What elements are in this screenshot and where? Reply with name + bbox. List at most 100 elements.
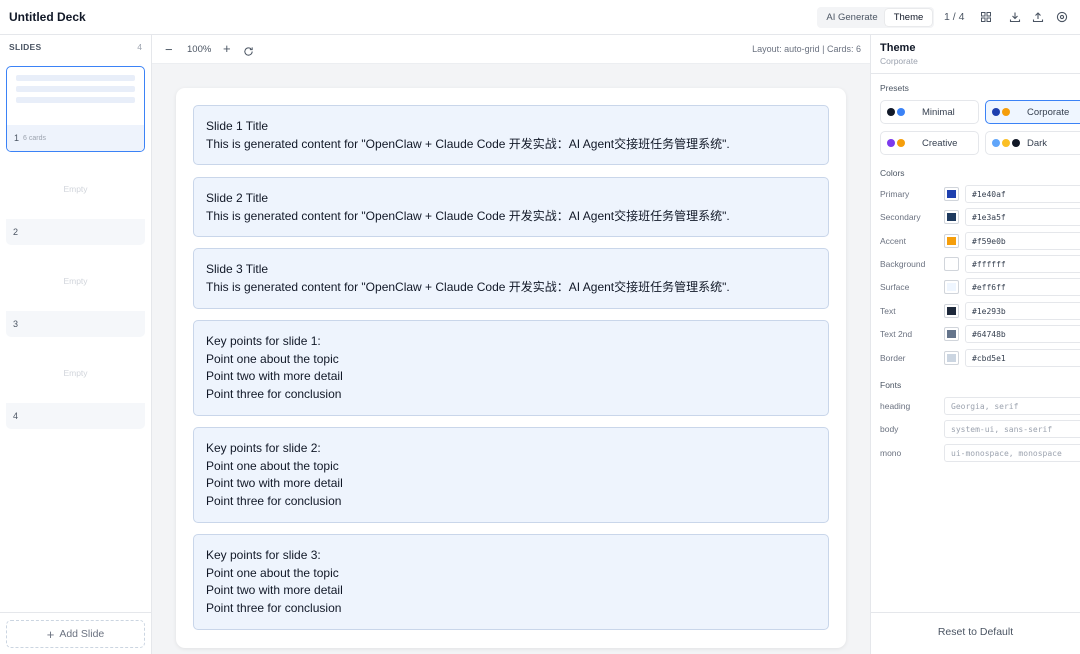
content-card[interactable]: Key points for slide 3: Point one about … — [193, 534, 829, 630]
color-swatch[interactable] — [944, 351, 959, 365]
content-card[interactable]: Slide 2 Title This is generated content … — [193, 177, 829, 237]
card-line: Slide 2 Title — [206, 191, 269, 205]
preset-creative[interactable]: Creative — [880, 131, 979, 155]
slides-heading: SLIDES — [9, 42, 42, 52]
card-line: Slide 3 Title — [206, 262, 269, 276]
download-icon[interactable] — [1009, 11, 1021, 23]
color-swatch[interactable] — [944, 304, 959, 318]
canvas-toolbar: − 100% + Layout: auto-grid | Cards: 6 — [152, 35, 870, 64]
slides-count: 4 — [137, 42, 142, 52]
preset-dark[interactable]: Dark — [985, 131, 1080, 155]
settings-icon[interactable] — [1056, 11, 1068, 23]
color-hex-input[interactable]: #64748b — [965, 325, 1080, 343]
slide-thumbnail-2[interactable]: Empty 2 — [6, 159, 145, 245]
font-row-heading: heading Georgia, serif — [871, 396, 1080, 416]
ai-generate-button[interactable]: AI Generate — [819, 9, 885, 26]
color-row-primary: Primary #1e40af — [871, 184, 1080, 204]
color-row-surface: Surface #eff6ff — [871, 277, 1080, 297]
card-line: This is generated content for "OpenClaw … — [206, 279, 730, 294]
font-input[interactable]: Georgia, serif — [944, 397, 1080, 415]
color-hex-input[interactable]: #f59e0b — [965, 232, 1080, 250]
presets-heading: Presets — [880, 83, 909, 93]
preset-label: Creative — [922, 137, 958, 149]
color-label: Primary — [880, 189, 910, 199]
color-swatch[interactable] — [944, 327, 959, 341]
empty-label: Empty — [63, 184, 88, 194]
current-theme-name: Corporate — [880, 56, 918, 66]
font-label: body — [880, 424, 899, 434]
slide-number: 4 — [13, 411, 19, 421]
mode-switch: AI Generate Theme — [817, 7, 934, 28]
content-card[interactable]: Key points for slide 1: Point one about … — [193, 320, 829, 416]
preset-label: Dark — [1027, 137, 1048, 149]
plus-icon: + — [46, 626, 55, 642]
grid-view-icon[interactable] — [980, 11, 992, 23]
content-card[interactable]: Key points for slide 2: Point one about … — [193, 427, 829, 523]
slide-thumbnail-1[interactable]: 1 6 cards — [6, 66, 145, 152]
color-hex-input[interactable]: #cbd5e1 — [965, 349, 1080, 367]
color-row-text: Text #1e293b — [871, 301, 1080, 321]
app-window: Untitled Deck AI Generate Theme 1 / 4 SL… — [0, 0, 1080, 654]
slide-preview — [7, 67, 144, 127]
content-card[interactable]: Slide 1 Title This is generated content … — [193, 105, 829, 165]
preset-minimal[interactable]: Minimal — [880, 100, 979, 124]
color-row-background: Background #ffffff — [871, 254, 1080, 274]
colors-heading: Colors — [880, 168, 905, 178]
upload-icon[interactable] — [1032, 11, 1044, 23]
slide-number: 2 — [13, 227, 19, 237]
font-row-mono: mono ui-monospace, monospace — [871, 443, 1080, 463]
card-line: Point three for conclusion — [206, 600, 342, 615]
color-label: Surface — [880, 282, 910, 292]
theme-panel: Theme Corporate Presets Minimal Corporat… — [870, 35, 1080, 654]
font-row-body: body system-ui, sans-serif — [871, 419, 1080, 439]
reset-to-default-button[interactable]: Reset to Default — [871, 626, 1080, 638]
font-input[interactable]: system-ui, sans-serif — [944, 420, 1080, 438]
preset-label: Minimal — [922, 106, 955, 118]
color-swatch[interactable] — [944, 280, 959, 294]
color-row-secondary: Secondary #1e3a5f — [871, 207, 1080, 227]
empty-label: Empty — [63, 368, 88, 378]
color-swatch[interactable] — [944, 257, 959, 271]
color-hex-input[interactable]: #1e3a5f — [965, 208, 1080, 226]
card-line: Point three for conclusion — [206, 493, 342, 508]
zoom-in-icon[interactable]: + — [223, 41, 231, 56]
font-label: heading — [880, 401, 911, 411]
theme-button[interactable]: Theme — [885, 9, 932, 26]
color-hex-input[interactable]: #1e40af — [965, 185, 1080, 203]
layout-info: Layout: auto-grid | Cards: 6 — [752, 44, 861, 54]
theme-panel-title: Theme — [880, 42, 916, 54]
canvas-area: − 100% + Layout: auto-grid | Cards: 6 Sl… — [152, 35, 870, 654]
content-card[interactable]: Slide 3 Title This is generated content … — [193, 248, 829, 309]
color-label: Text 2nd — [880, 329, 913, 339]
deck-title[interactable]: Untitled Deck — [9, 10, 86, 24]
card-line: Point one about the topic — [206, 458, 339, 473]
color-swatch[interactable] — [944, 187, 959, 201]
color-row-border: Border #cbd5e1 — [871, 348, 1080, 368]
font-input[interactable]: ui-monospace, monospace — [944, 444, 1080, 462]
card-line: This is generated content for "OpenClaw … — [206, 208, 730, 223]
color-hex-input[interactable]: #1e293b — [965, 302, 1080, 320]
slide-number: 1 — [14, 133, 20, 143]
fonts-heading: Fonts — [880, 380, 902, 390]
color-swatch[interactable] — [944, 234, 959, 248]
color-label: Text — [880, 306, 896, 316]
page-indicator: 1 / 4 — [944, 11, 965, 23]
slides-panel: SLIDES 4 1 6 cards Empty 2 Empty 3 Empty… — [0, 35, 152, 654]
color-hex-input[interactable]: #ffffff — [965, 255, 1080, 273]
empty-label: Empty — [63, 276, 88, 286]
card-line: This is generated content for "OpenClaw … — [206, 136, 730, 151]
preset-label: Corporate — [1027, 106, 1070, 118]
card-line: Point one about the topic — [206, 565, 339, 580]
card-line: Slide 1 Title — [206, 119, 269, 133]
add-slide-button[interactable]: + Add Slide — [6, 620, 145, 648]
card-line: Point two with more detail — [206, 369, 343, 383]
color-label: Secondary — [880, 212, 921, 222]
zoom-out-icon[interactable]: − — [165, 42, 173, 57]
color-swatch[interactable] — [944, 210, 959, 224]
slide-thumbnail-3[interactable]: Empty 3 — [6, 251, 145, 337]
preset-corporate[interactable]: Corporate — [985, 100, 1080, 124]
reset-zoom-icon[interactable] — [243, 44, 254, 56]
color-hex-input[interactable]: #eff6ff — [965, 278, 1080, 296]
color-label: Background — [880, 259, 926, 269]
slide-thumbnail-4[interactable]: Empty 4 — [6, 343, 145, 429]
